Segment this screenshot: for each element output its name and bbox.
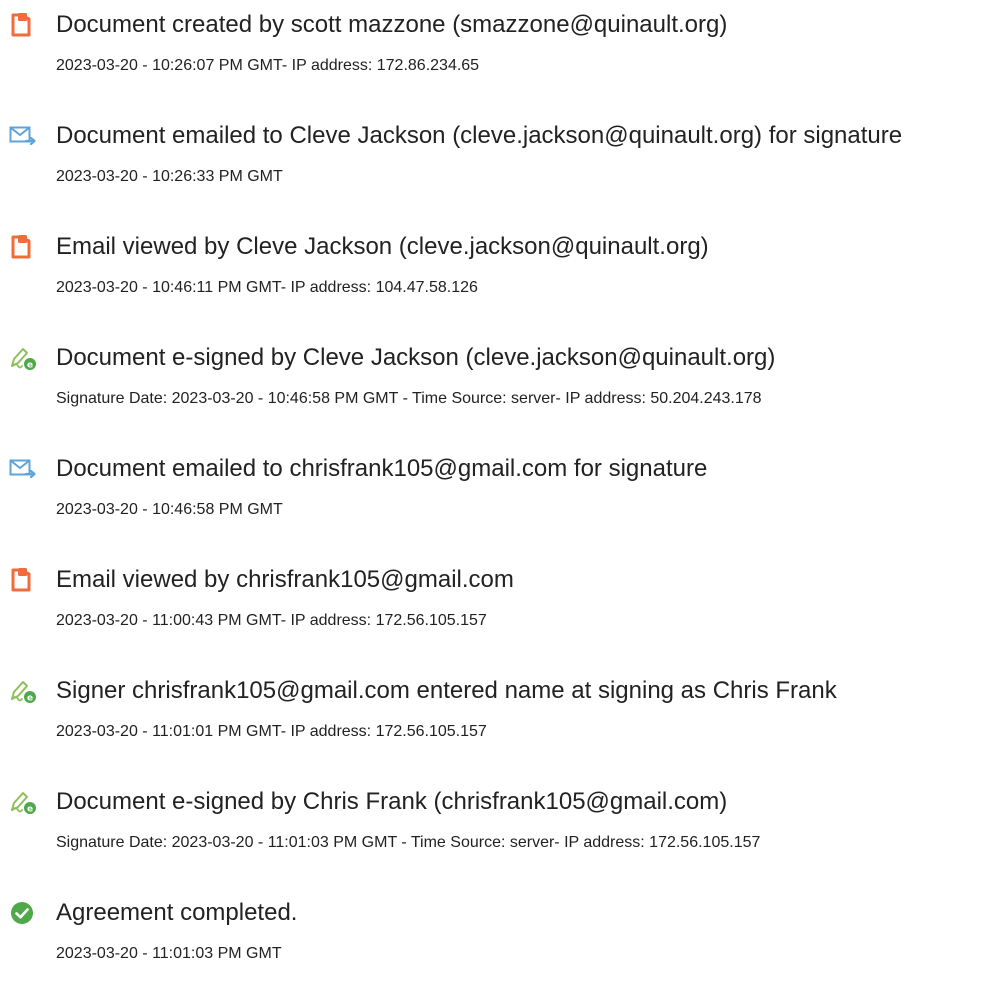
event-title: Signer chrisfrank105@gmail.com entered n… [56,677,837,704]
event-detail: 2023-03-20 - 11:01:03 PM GMT [56,945,282,962]
e-sign-pen-icon: e [9,345,37,371]
svg-text:e: e [27,694,33,704]
event-detail: Signature Date: 2023-03-20 - 10:46:58 PM… [56,390,762,407]
e-sign-pen-icon: e [9,789,37,815]
audit-event-email-viewed: Email viewed by chrisfrank105@gmail.com … [0,565,1000,645]
document-created-icon [9,12,37,38]
event-detail: 2023-03-20 - 10:46:11 PM GMT- IP address… [56,279,478,296]
email-sent-icon [9,456,37,482]
audit-event-document-emailed: Document emailed to chrisfrank105@gmail.… [0,454,1000,534]
document-viewed-icon [9,567,37,593]
event-title: Document created by scott mazzone (smazz… [56,11,728,38]
event-title: Document e-signed by Chris Frank (chrisf… [56,788,728,815]
event-detail: 2023-03-20 - 10:46:58 PM GMT [56,501,283,518]
audit-event-email-viewed: Email viewed by Cleve Jackson (cleve.jac… [0,232,1000,312]
event-title: Document e-signed by Cleve Jackson (clev… [56,344,776,371]
svg-text:e: e [27,361,33,371]
audit-event-agreement-completed: Agreement completed. 2023-03-20 - 11:01:… [0,898,1000,978]
audit-event-document-esigned: e Document e-signed by Cleve Jackson (cl… [0,343,1000,423]
email-sent-icon [9,123,37,149]
checkmark-complete-icon [9,900,37,926]
audit-event-document-emailed: Document emailed to Cleve Jackson (cleve… [0,121,1000,201]
audit-event-document-created: Document created by scott mazzone (smazz… [0,10,1000,90]
event-detail: 2023-03-20 - 11:01:01 PM GMT- IP address… [56,723,487,740]
event-title: Document emailed to Cleve Jackson (cleve… [56,122,903,149]
svg-text:e: e [27,805,33,815]
event-detail: 2023-03-20 - 11:00:43 PM GMT- IP address… [56,612,487,629]
event-title: Email viewed by chrisfrank105@gmail.com [56,566,514,593]
event-title: Email viewed by Cleve Jackson (cleve.jac… [56,233,709,260]
event-detail: Signature Date: 2023-03-20 - 11:01:03 PM… [56,834,761,851]
event-title: Document emailed to chrisfrank105@gmail.… [56,455,708,482]
event-detail: 2023-03-20 - 10:26:33 PM GMT [56,168,283,185]
event-title: Agreement completed. [56,899,298,926]
e-sign-pen-icon: e [9,678,37,704]
document-viewed-icon [9,234,37,260]
audit-event-signer-name-entered: e Signer chrisfrank105@gmail.com entered… [0,676,1000,756]
audit-event-document-esigned: e Document e-signed by Chris Frank (chri… [0,787,1000,867]
event-detail: 2023-03-20 - 10:26:07 PM GMT- IP address… [56,57,480,74]
